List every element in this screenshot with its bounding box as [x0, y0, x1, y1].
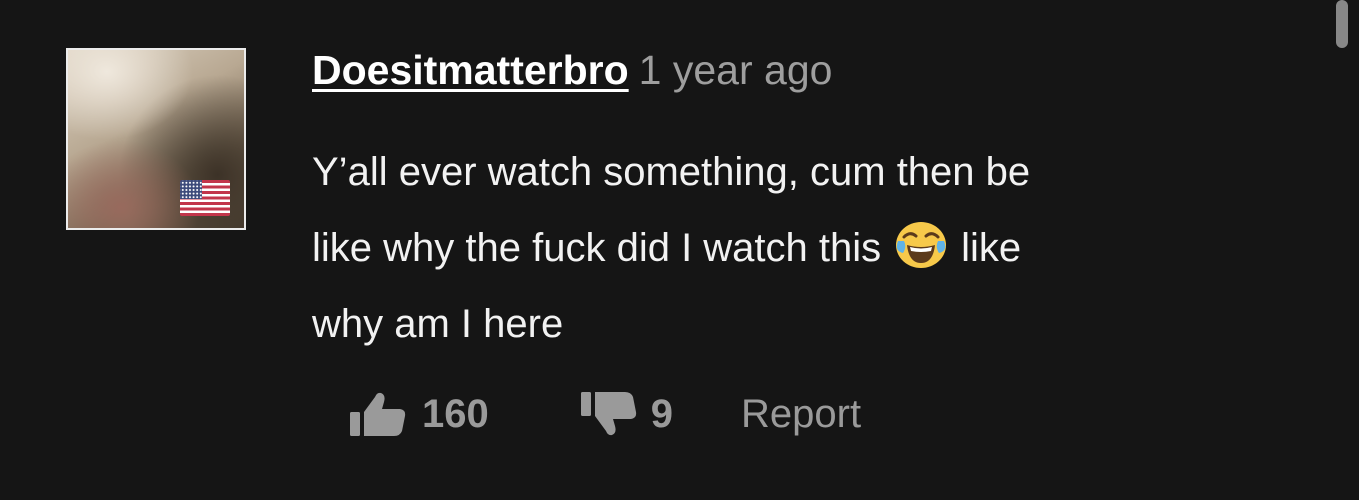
- dislike-button[interactable]: 9: [579, 390, 673, 438]
- comment-text: Y’all ever watch something, cum then be …: [312, 134, 1272, 362]
- comment: Doesitmatterbro 1 year ago Y’all ever wat…: [0, 0, 1359, 500]
- avatar[interactable]: [66, 48, 246, 230]
- comment-text-segment: like: [961, 226, 1022, 270]
- comment-text-segment: like why the fuck did I watch this: [312, 226, 882, 270]
- comment-text-line: Y’all ever watch something, cum then be: [312, 150, 1031, 194]
- flag-canton: [180, 180, 202, 199]
- thumbs-down-icon: [579, 390, 639, 438]
- like-count: 160: [422, 391, 489, 436]
- face-with-tears-of-joy-icon: [895, 219, 947, 271]
- username-link[interactable]: Doesitmatterbro: [312, 47, 629, 93]
- comment-text-line: why am I here: [312, 302, 564, 346]
- comment-text-line: like why the fuck did I watch this like: [312, 210, 1272, 286]
- thumbs-up-icon: [348, 390, 408, 438]
- timestamp: 1 year ago: [638, 47, 833, 93]
- scrollbar-thumb[interactable]: [1336, 0, 1348, 48]
- comment-actions: 160 9 Report: [348, 388, 861, 440]
- like-button[interactable]: 160: [348, 390, 489, 438]
- report-link[interactable]: Report: [741, 392, 861, 437]
- comment-header: Doesitmatterbro 1 year ago: [312, 47, 832, 93]
- dislike-count: 9: [650, 391, 673, 436]
- us-flag-icon: [180, 180, 230, 216]
